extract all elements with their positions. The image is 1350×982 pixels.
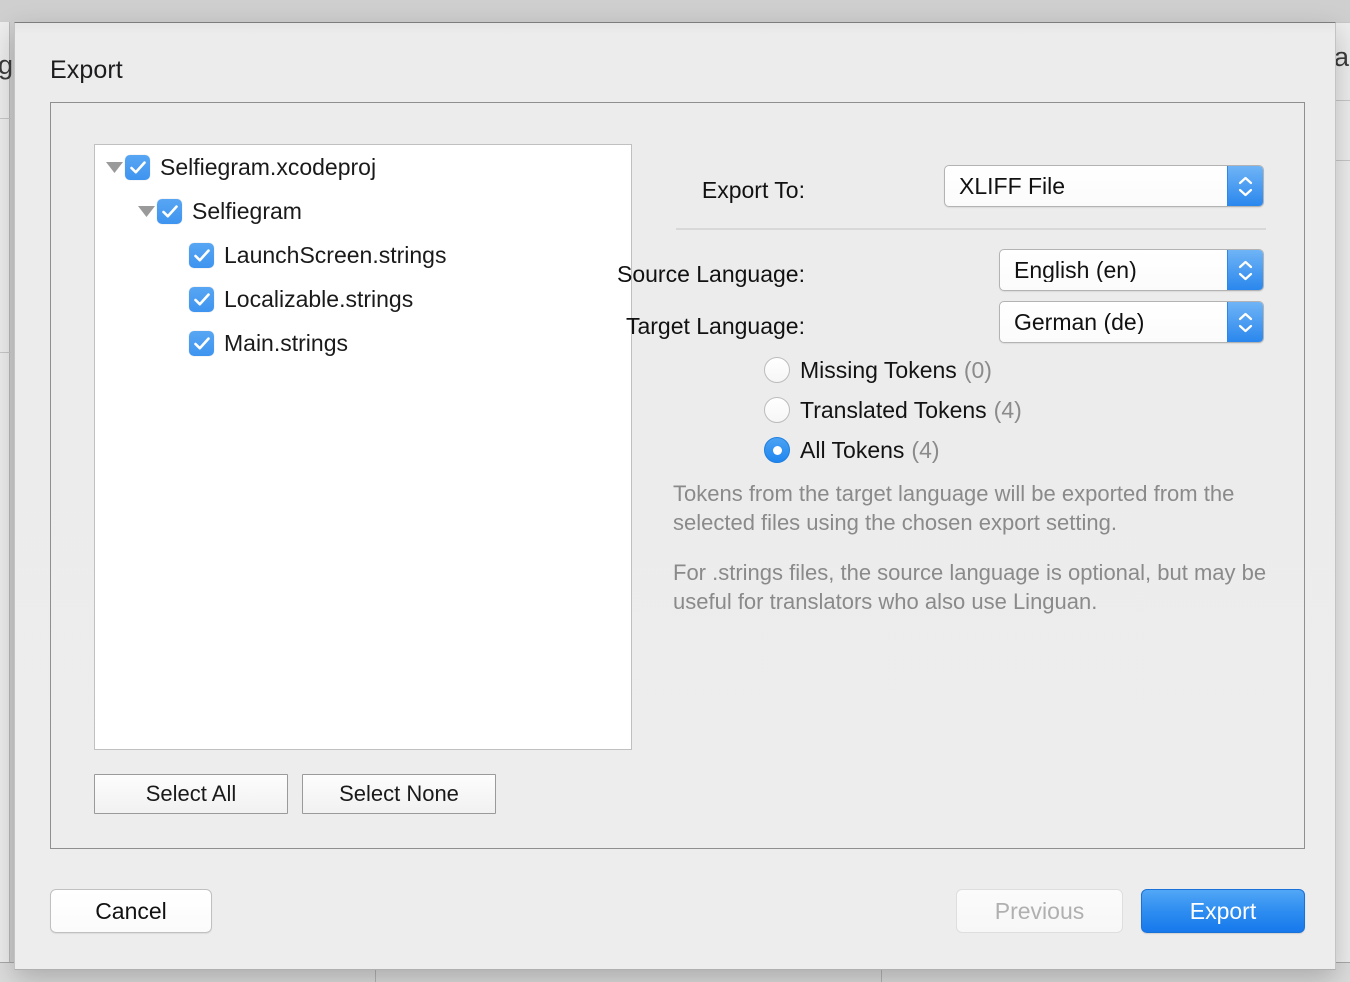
- background-right-glyph: a: [1333, 42, 1349, 72]
- help-text-strings: For .strings files, the source language …: [673, 560, 1267, 614]
- tree-item-label: Selfiegram: [192, 197, 302, 224]
- tree-item-label: Localizable.strings: [224, 285, 414, 312]
- tree-row[interactable]: Selfiegram.xcodeproj: [95, 145, 631, 189]
- export-to-select[interactable]: XLIFF File: [944, 165, 1264, 207]
- export-settings-groupbox: Selfiegram.xcodeproj Selfiegram LaunchSc…: [50, 102, 1305, 849]
- stepper-updown-icon[interactable]: [1227, 302, 1263, 342]
- radio-button-off-icon[interactable]: [764, 397, 790, 423]
- radio-missing-tokens[interactable]: Missing Tokens (0): [764, 353, 992, 387]
- radio-count: (4): [993, 396, 1022, 423]
- radio-label: All Tokens: [800, 436, 905, 463]
- select-none-button[interactable]: Select None: [302, 774, 496, 814]
- dialog-title: Export: [50, 56, 123, 84]
- export-to-label: Export To:: [701, 177, 805, 203]
- stepper-updown-icon[interactable]: [1227, 250, 1263, 290]
- file-tree-list[interactable]: Selfiegram.xcodeproj Selfiegram LaunchSc…: [94, 144, 632, 750]
- tree-item-label: LaunchScreen.strings: [224, 241, 447, 268]
- background-left-rule: [0, 352, 11, 353]
- select-all-button[interactable]: Select All: [94, 774, 288, 814]
- radio-count: (0): [963, 356, 992, 383]
- cancel-button[interactable]: Cancel: [50, 889, 212, 933]
- triangle-down-icon[interactable]: [135, 189, 157, 233]
- radio-translated-tokens[interactable]: Translated Tokens (4): [764, 393, 1022, 427]
- previous-button[interactable]: Previous: [956, 889, 1123, 933]
- triangle-down-icon[interactable]: [103, 145, 125, 189]
- radio-button-off-icon[interactable]: [764, 357, 790, 383]
- checkbox-checked-icon[interactable]: [189, 242, 214, 268]
- settings-divider: [676, 228, 1266, 230]
- target-language-select[interactable]: German (de): [999, 301, 1264, 343]
- tree-item-label: Main.strings: [224, 329, 348, 356]
- help-text-tokens: Tokens from the target language will be …: [673, 481, 1235, 535]
- background-left-pane: [0, 22, 10, 962]
- background-left-rule: [0, 118, 11, 119]
- checkbox-checked-icon[interactable]: [157, 198, 182, 224]
- export-dialog: Export Selfiegram.xcodeproj Selfiegram L…: [14, 22, 1336, 970]
- tree-item-label: Selfiegram.xcodeproj: [160, 153, 377, 180]
- radio-label: Translated Tokens: [800, 396, 987, 423]
- background-left-glyph: g: [0, 50, 14, 80]
- checkbox-checked-icon[interactable]: [189, 330, 214, 356]
- source-language-select[interactable]: English (en): [999, 249, 1264, 291]
- stepper-updown-icon[interactable]: [1227, 166, 1263, 206]
- source-language-label: Source Language:: [617, 261, 805, 287]
- checkbox-checked-icon[interactable]: [189, 286, 214, 312]
- tree-row[interactable]: Selfiegram: [95, 189, 631, 233]
- radio-all-tokens[interactable]: All Tokens (4): [764, 433, 940, 467]
- target-language-label: Target Language:: [625, 313, 805, 339]
- radio-label: Missing Tokens: [800, 356, 957, 383]
- checkbox-checked-icon[interactable]: [125, 154, 150, 180]
- radio-count: (4): [911, 436, 940, 463]
- source-language-value: English (en): [1014, 258, 1137, 282]
- export-to-value: XLIFF File: [959, 174, 1066, 198]
- radio-button-on-icon[interactable]: [764, 437, 790, 463]
- target-language-value: German (de): [1014, 310, 1145, 334]
- export-button[interactable]: Export: [1141, 889, 1305, 933]
